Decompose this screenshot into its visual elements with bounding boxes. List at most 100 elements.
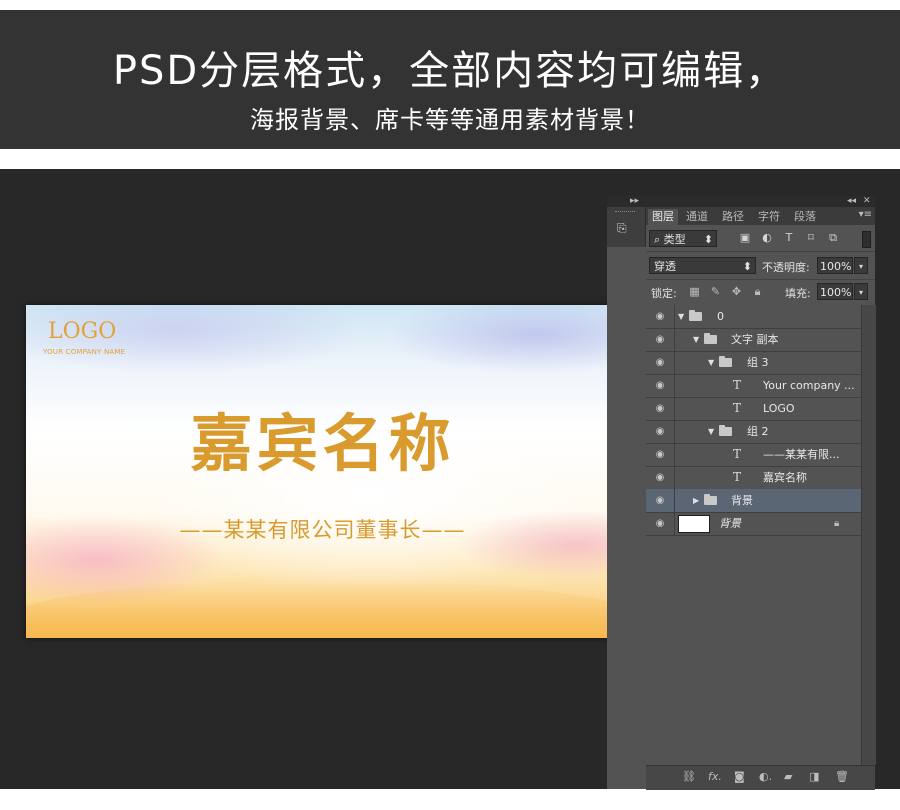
panel-titlebar[interactable]: ▸▸ ◂◂ ✕ (607, 196, 875, 207)
pixel-filter-icon[interactable]: ▣ (734, 231, 756, 244)
opacity-label: 不透明度: (762, 261, 810, 274)
eye-icon[interactable]: ◉ (646, 489, 675, 512)
expand-triangle-icon[interactable]: ▼ (693, 328, 699, 351)
expand-triangle-icon[interactable]: ▼ (678, 305, 684, 328)
layer-name: 组 3 (747, 356, 769, 369)
panel-dock-strip: ⎘ (607, 207, 646, 247)
opacity-input[interactable]: 100% (817, 257, 853, 274)
stepper-icon: ⬍ (703, 233, 713, 246)
tab-paths[interactable]: 路径 (718, 209, 748, 225)
layer-row[interactable]: ◉ ▼ 组 2 (646, 420, 861, 444)
adjustment-layer-icon[interactable]: ◐. (759, 770, 772, 783)
grip-handle[interactable] (615, 211, 635, 214)
fx-icon[interactable]: fx. (708, 770, 722, 783)
link-icon[interactable]: ⛓ (682, 770, 696, 783)
place-card-preview: LOGO YOUR COMPANY NAME 嘉宾名称 ——某某有限公司董事长—… (26, 305, 619, 638)
eye-icon[interactable]: ◉ (646, 443, 675, 466)
lock-icons: ▦ ✎ ✥ 🔒︎ (684, 285, 768, 299)
filter-icons: ▣ ◐ T ⌑ ⧉ (734, 231, 844, 245)
lock-position-icon[interactable]: ✥ (726, 285, 747, 298)
text-layer-icon: T (733, 401, 742, 415)
text-layer-icon: T (733, 447, 742, 461)
lock-label: 锁定: (651, 287, 677, 300)
tab-paragraph[interactable]: 段落 (790, 209, 820, 225)
folder-icon (704, 333, 717, 344)
banner-headline: PSD分层格式，全部内容均可编辑， (112, 48, 788, 94)
layer-row[interactable]: ◉ ▼ 文字 副本 (646, 328, 861, 352)
lock-icon: 🔒︎ (834, 518, 840, 529)
layer-filter-row: ⌕ 类型 ⬍ ▣ ◐ T ⌑ ⧉ (646, 227, 875, 252)
lock-paint-icon[interactable]: ✎ (705, 285, 726, 298)
eye-icon[interactable]: ◉ (646, 512, 675, 535)
new-group-icon[interactable]: ▰ (784, 770, 792, 783)
blend-mode-value: 穿透 (654, 260, 676, 273)
layer-name: Your company ... (763, 379, 855, 392)
tab-layers[interactable]: 图层 (648, 209, 678, 225)
layer-name: 背景 (731, 494, 753, 507)
history-icon[interactable]: ⎘ (617, 221, 635, 237)
trash-icon[interactable]: 🗑︎ (835, 770, 849, 783)
layer-row[interactable]: ◉ T Your company ... (646, 374, 861, 398)
lock-fill-row: 锁定: ▦ ✎ ✥ 🔒︎ 填充: 100% ▾ (646, 280, 875, 306)
folder-icon (719, 356, 732, 367)
card-guest-name: 嘉宾名称 (190, 407, 455, 480)
mask-icon[interactable]: ◙ (734, 770, 745, 783)
lock-transparent-icon[interactable]: ▦ (684, 285, 705, 298)
collapse-left-icon[interactable]: ▸▸ (630, 196, 639, 206)
layer-name: 组 2 (747, 425, 769, 438)
layer-row-selected[interactable]: ◉ ▶ 背景 (646, 489, 861, 513)
eye-icon[interactable]: ◉ (646, 420, 675, 443)
collapsed-triangle-icon[interactable]: ▶ (693, 489, 699, 512)
expand-triangle-icon[interactable]: ▼ (708, 420, 714, 443)
expand-triangle-icon[interactable]: ▼ (708, 351, 714, 374)
folder-icon (689, 310, 702, 321)
folder-icon (719, 425, 732, 436)
collapse-icon[interactable]: ◂◂ (847, 196, 856, 206)
stepper-icon: ⬍ (742, 260, 752, 273)
type-filter-icon[interactable]: T (778, 231, 800, 244)
new-layer-icon[interactable]: ◨ (809, 770, 819, 783)
layer-name: 背景 (719, 517, 741, 530)
filter-toggle[interactable] (862, 231, 871, 248)
layer-row[interactable]: ◉ ▼ 0 (646, 305, 861, 329)
banner-subline: 海报背景、席卡等等通用素材背景！ (250, 106, 650, 134)
fill-input[interactable]: 100% (817, 283, 853, 300)
eye-icon[interactable]: ◉ (646, 328, 675, 351)
layer-row[interactable]: ◉ T 嘉宾名称 (646, 466, 861, 490)
opacity-dropdown-icon[interactable]: ▾ (854, 257, 868, 274)
layer-row[interactable]: ◉ T ——某某有限... (646, 443, 861, 467)
tab-character[interactable]: 字符 (754, 209, 784, 225)
layer-thumbnail (678, 515, 710, 533)
blend-mode-select[interactable]: 穿透 ⬍ (649, 257, 756, 274)
shape-filter-icon[interactable]: ⌑ (800, 231, 822, 244)
eye-icon[interactable]: ◉ (646, 466, 675, 489)
text-layer-icon: T (733, 378, 742, 392)
lock-all-icon[interactable]: 🔒︎ (747, 285, 768, 299)
panel-menu-icon[interactable]: ▾≡ (859, 209, 872, 220)
fill-label: 填充: (785, 287, 811, 300)
layer-list-scrollbar[interactable] (861, 305, 876, 765)
filter-kind-select[interactable]: ⌕ 类型 ⬍ (649, 230, 717, 247)
filter-kind-value: 类型 (663, 233, 686, 246)
card-company-name: YOUR COMPANY NAME (43, 348, 126, 356)
adjustment-filter-icon[interactable]: ◐ (756, 231, 778, 244)
panel-tabs: 图层 通道 路径 字符 段落 ▾≡ (646, 207, 875, 225)
layer-row[interactable]: ◉ T LOGO (646, 397, 861, 421)
layers-bottom-bar: ⛓ fx. ◙ ◐. ▰ ◨ 🗑︎ (646, 765, 875, 790)
eye-icon[interactable]: ◉ (646, 351, 675, 374)
layer-row[interactable]: ◉ 背景 🔒︎ (646, 512, 861, 536)
layer-name: 嘉宾名称 (763, 471, 807, 484)
layer-name: ——某某有限... (763, 448, 840, 461)
top-banner: PSD分层格式，全部内容均可编辑， 海报背景、席卡等等通用素材背景！ (0, 10, 900, 149)
blend-opacity-row: 穿透 ⬍ 不透明度: 100% ▾ (646, 253, 875, 280)
fill-dropdown-icon[interactable]: ▾ (854, 283, 868, 300)
smart-object-filter-icon[interactable]: ⧉ (822, 231, 844, 245)
text-layer-icon: T (733, 470, 742, 484)
layer-row[interactable]: ◉ ▼ 组 3 (646, 351, 861, 375)
eye-icon[interactable]: ◉ (646, 397, 675, 420)
layer-name: 文字 副本 (731, 333, 779, 346)
close-icon[interactable]: ✕ (863, 196, 871, 206)
tab-channels[interactable]: 通道 (682, 209, 712, 225)
eye-icon[interactable]: ◉ (646, 374, 675, 397)
eye-icon[interactable]: ◉ (646, 305, 675, 328)
